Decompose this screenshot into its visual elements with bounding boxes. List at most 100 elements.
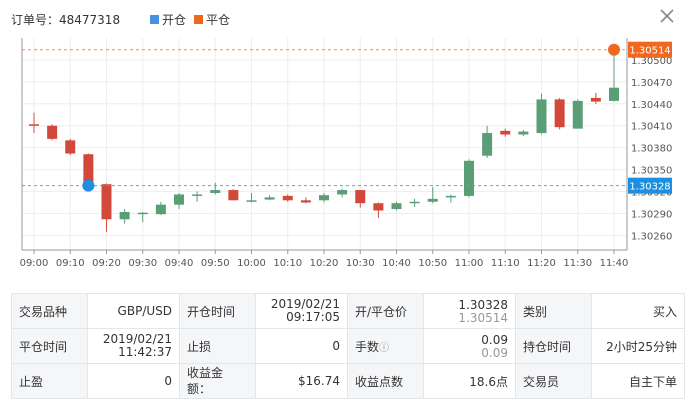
profit-label: 收益金 额： (179, 363, 256, 399)
y-tick-label: 1.30350 (631, 166, 672, 177)
candle-body (174, 194, 184, 205)
candle-body (373, 203, 384, 211)
open-close-price-value: 1.30328 1.30514 (423, 293, 516, 329)
candle-body (264, 197, 275, 200)
legend-open-label: 开仓 (162, 13, 187, 27)
candle-body (572, 100, 583, 129)
candle-body (300, 200, 311, 203)
profit-label-line1: 收益金 (187, 366, 224, 380)
candle-body (337, 190, 348, 195)
candle-body (137, 212, 148, 215)
hold-time-value: 2小时25分钟 (591, 328, 685, 364)
y-tick-label: 1.30470 (631, 78, 672, 89)
stop-loss-label: 止损 (179, 328, 256, 364)
close-time-label: 平仓时间 (11, 328, 88, 364)
fee-value-secondary: 0.09 (481, 345, 508, 360)
chart-legend: 开仓 平仓 (150, 11, 238, 28)
x-tick-label: 10:20 (310, 258, 339, 269)
open-time-value: 2019/02/21 09:17:05 (255, 293, 348, 329)
x-tick-label: 09:00 (20, 258, 49, 269)
candle-body (518, 131, 529, 135)
close-time-time: 11:42:37 (118, 345, 172, 359)
x-tick-label: 09:30 (128, 258, 157, 269)
legend-open-swatch (150, 15, 159, 24)
candle-body (427, 198, 438, 202)
x-tick-label: 09:40 (165, 258, 194, 269)
legend-close: 平仓 (194, 11, 230, 28)
open-price-value: 1.30328 (458, 297, 508, 312)
fee-value-cell: 0.09 0.09 (423, 328, 516, 364)
x-tick-label: 11:30 (563, 258, 592, 269)
type-value: 买入 (591, 293, 685, 329)
x-tick-label: 10:30 (346, 258, 375, 269)
candlestick-chart: 1.305001.304701.304401.304101.303801.303… (20, 38, 672, 269)
x-tick-label: 10:10 (273, 258, 302, 269)
x-tick-label: 09:50 (201, 258, 230, 269)
fee-label: 手数 (355, 339, 380, 354)
candle-body (210, 190, 221, 193)
y-tick-label: 1.30380 (631, 144, 672, 155)
open-price-tag-label: 1.30328 (629, 182, 670, 193)
symbol-label: 交易品种 (11, 293, 88, 329)
take-profit-label: 止盈 (11, 363, 88, 399)
y-tick-label: 1.30290 (631, 209, 672, 220)
candle-body (409, 201, 420, 204)
info-icon[interactable]: ⓘ (379, 343, 389, 354)
candle-body (445, 195, 456, 198)
x-tick-label: 10:40 (382, 258, 411, 269)
x-tick-label: 11:10 (491, 258, 520, 269)
candle-body (29, 124, 39, 126)
candle-body (319, 195, 329, 201)
candle-body (464, 160, 474, 196)
x-tick-label: 09:20 (92, 258, 121, 269)
y-tick-label: 1.30260 (631, 231, 672, 242)
x-tick-label: 10:50 (418, 258, 447, 269)
close-time-value: 2019/02/21 11:42:37 (87, 328, 180, 364)
open-time-time: 09:17:05 (286, 310, 340, 324)
candle-body (500, 130, 511, 135)
x-tick-label: 11:00 (455, 258, 484, 269)
x-tick-label: 10:00 (237, 258, 266, 269)
x-tick-label: 11:20 (527, 258, 556, 269)
open-marker (82, 179, 95, 192)
close-price-value: 1.30514 (458, 310, 508, 325)
pips-value: 18.6点 (423, 363, 516, 399)
y-tick-label: 1.30440 (631, 100, 672, 111)
close-price-tag-label: 1.30514 (629, 46, 670, 57)
candle-body (47, 125, 58, 139)
table-row: 平仓时间 2019/02/21 11:42:37 止损 0 手数ⓘ 0.09 0… (11, 328, 685, 364)
legend-close-swatch (194, 15, 204, 24)
order-number: 订单号：48477318 (11, 13, 121, 27)
dialog-header: 订单号：48477318 开仓 平仓 (0, 0, 693, 34)
candle-body (65, 140, 76, 154)
price-chart: 1.30500 1.30470 1.30440 1.30410 1.30380 1.303… (0, 34, 693, 274)
profit-value: $16.74 (255, 363, 348, 399)
candle-body (155, 204, 166, 215)
close-icon[interactable] (657, 6, 677, 26)
hold-time-label: 持仓时间 (515, 328, 592, 364)
candle-body (192, 194, 203, 196)
table-row: 交易品种 GBP/USD 开仓时间 2019/02/21 09:17:05 开/… (11, 293, 685, 329)
fee-value: 0.09 (481, 332, 508, 347)
candle-body (101, 184, 112, 220)
trader-label: 交易员 (515, 363, 592, 399)
y-tick-label: 1.30410 (631, 122, 672, 133)
legend-close-label: 平仓 (206, 13, 231, 27)
candle-body (536, 99, 547, 134)
trader-value: 自主下单 (591, 363, 685, 399)
candle-body (482, 133, 493, 156)
candle-body (282, 195, 293, 201)
pips-label: 收益点数 (347, 363, 424, 399)
x-tick-label: 09:10 (56, 258, 85, 269)
candle-body (590, 97, 601, 102)
candle-body (119, 211, 130, 220)
candle-body (228, 190, 239, 201)
fee-label-cell: 手数ⓘ (347, 328, 424, 364)
type-label: 类别 (515, 293, 592, 329)
open-time-label: 开仓时间 (179, 293, 256, 329)
order-detail-table: 交易品种 GBP/USD 开仓时间 2019/02/21 09:17:05 开/… (11, 293, 685, 399)
candle-body (554, 99, 565, 128)
candle-body (391, 203, 402, 210)
x-tick-label: 11:40 (600, 258, 629, 269)
close-marker (608, 43, 620, 56)
